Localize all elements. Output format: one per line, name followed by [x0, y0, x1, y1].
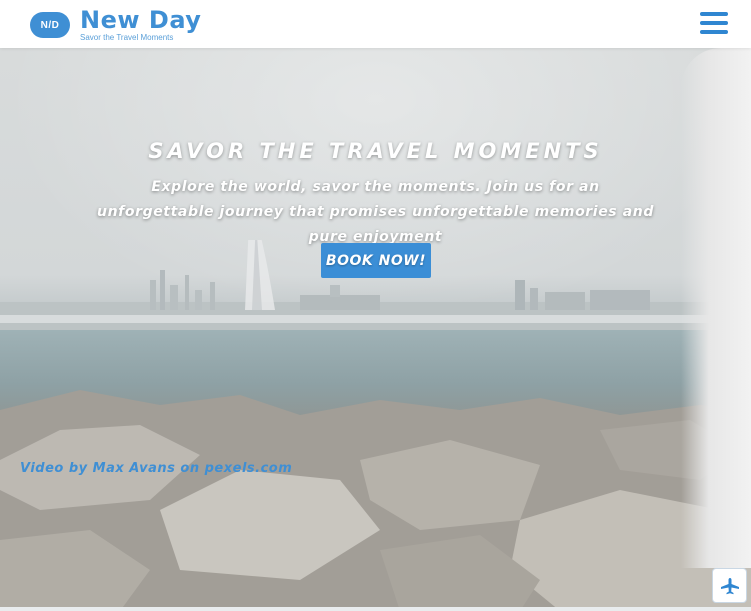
- book-now-button[interactable]: BOOK NOW!: [321, 243, 431, 278]
- menu-bar: [700, 30, 728, 34]
- menu-bar: [700, 12, 728, 16]
- logo-badge: N/D: [30, 12, 70, 38]
- logo-text: New Day Savor the Travel Moments: [80, 8, 201, 42]
- hero-video-background: [0, 0, 751, 611]
- page-bottom-strip: [0, 607, 751, 611]
- hamburger-menu-icon[interactable]: [700, 12, 728, 34]
- airplane-icon: [720, 577, 739, 594]
- floating-booking-button[interactable]: [712, 568, 747, 603]
- site-header: N/D New Day Savor the Travel Moments: [0, 0, 751, 48]
- brand-name: New Day: [80, 6, 202, 34]
- brand-logo[interactable]: N/D New Day Savor the Travel Moments: [30, 8, 201, 42]
- hero-title: SAVOR THE TRAVEL MOMENTS: [148, 139, 603, 163]
- brand-tagline: Savor the Travel Moments: [80, 33, 174, 42]
- menu-bar: [700, 21, 728, 25]
- hero-subtitle: Explore the world, savor the moments. Jo…: [97, 179, 654, 245]
- video-credit-link[interactable]: Video by Max Avans on pexels.com: [20, 461, 292, 476]
- person-silhouette: [681, 48, 751, 568]
- foreground-rocks: [0, 390, 751, 611]
